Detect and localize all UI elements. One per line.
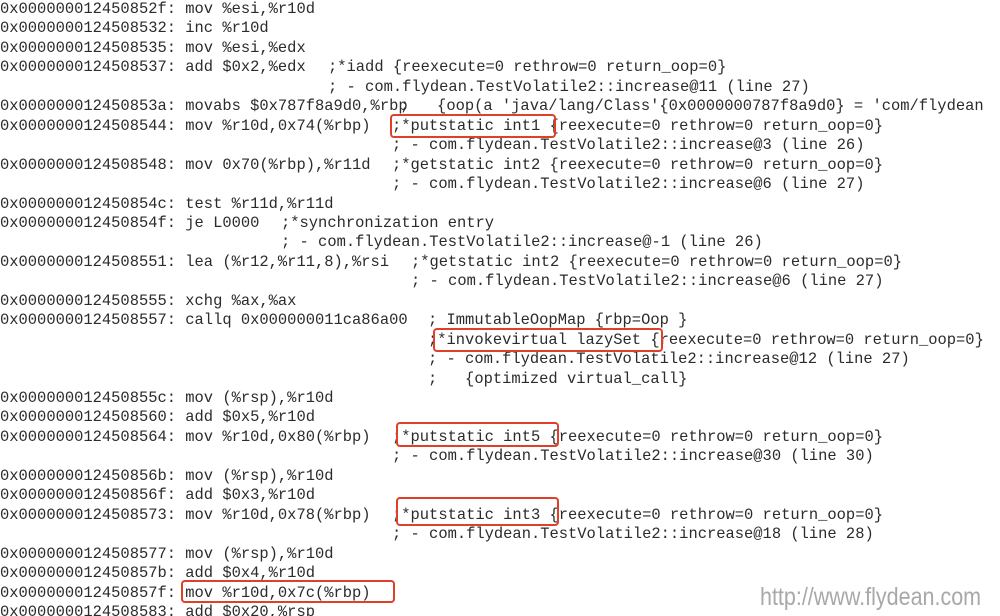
instruction: 0x0000000124508532: inc %r10d: [0, 19, 269, 38]
code-line: 0x000000012450852f: mov %esi,%r10d: [0, 0, 1000, 19]
highlight-invokevirtual-lazyset: [433, 328, 663, 352]
instruction: 0x000000012450852f: mov %esi,%r10d: [0, 0, 315, 18]
instruction: 0x0000000124508537: add $0x2,%edx: [0, 58, 306, 77]
instruction: 0x0000000124508551: lea (%r12,%r11,8),%r…: [0, 252, 390, 271]
instruction-comment: ; - com.flydean.TestVolatile2::increase@…: [328, 77, 810, 96]
highlight-putstatic-int3: [396, 497, 559, 526]
instruction-comment: ; - com.flydean.TestVolatile2::increase@…: [392, 136, 865, 155]
instruction: 0x0000000124508560: add $0x5,%r10d: [0, 408, 315, 427]
code-line: ; - com.flydean.TestVolatile2::increase@…: [0, 350, 1000, 369]
code-line: 0x0000000124508577: mov (%rsp),%r10d: [0, 545, 1000, 564]
highlight-putstatic-int5: [396, 422, 559, 447]
disassembly-listing: 0x000000012450852f: mov %esi,%r10d 0x0000…: [0, 0, 1000, 616]
instruction-comment: ; - com.flydean.TestVolatile2::increase@…: [392, 447, 874, 466]
code-line: 0x0000000124508551: lea (%r12,%r11,8),%r…: [0, 253, 1000, 272]
instruction-comment: ; - com.flydean.TestVolatile2::increase@…: [411, 272, 884, 291]
watermark: http://www.flydean.com: [760, 583, 982, 611]
instruction: 0x0000000124508544: mov %r10d,0x74(%rbp): [0, 116, 371, 135]
highlight-putstatic-int1: [390, 114, 556, 138]
instruction: 0x000000012450855c: mov (%rsp),%r10d: [0, 389, 334, 407]
code-line: ; - com.flydean.TestVolatile2::increase@…: [0, 525, 1000, 544]
instruction: 0x0000000124508557: callq 0x000000011ca8…: [0, 311, 408, 330]
highlight-mov-0x7c: [181, 580, 395, 603]
instruction: 0x000000012450853a: movabs $0x787f8a9d0,…: [0, 97, 408, 116]
code-line: ; - com.flydean.TestVolatile2::increase@…: [0, 272, 1000, 291]
code-line: 0x0000000124508532: inc %r10d: [0, 19, 1000, 38]
instruction-comment: ;*iadd {reexecute=0 rethrow=0 return_oop…: [328, 58, 727, 77]
instruction: 0x000000012450856b: mov (%rsp),%r10d: [0, 466, 334, 485]
code-line: ; {optimized virtual_call}: [0, 370, 1000, 389]
instruction-comment: ; - com.flydean.TestVolatile2::increase@…: [428, 350, 910, 369]
instruction: 0x0000000124508577: mov (%rsp),%r10d: [0, 544, 334, 563]
code-line: 0x0000000124508555: xchg %ax,%ax: [0, 292, 1000, 311]
code-line: ; - com.flydean.TestVolatile2::increase@…: [0, 233, 1000, 252]
code-line: ; - com.flydean.TestVolatile2::increase@…: [0, 175, 1000, 194]
instruction-comment: ; - com.flydean.TestVolatile2::increase@…: [281, 233, 763, 252]
instruction-comment: ; - com.flydean.TestVolatile2::increase@…: [392, 175, 865, 194]
instruction: 0x0000000124508548: mov 0x70(%rbp),%r11d: [0, 155, 371, 174]
instruction: 0x0000000124508573: mov %r10d,0x78(%rbp): [0, 505, 371, 524]
code-line: ; - com.flydean.TestVolatile2::increase@…: [0, 78, 1000, 97]
instruction-comment: ;*getstatic int2 {reexecute=0 rethrow=0 …: [392, 155, 883, 174]
code-line: 0x000000012450855c: mov (%rsp),%r10d: [0, 389, 1000, 408]
code-line: 0x000000012450856b: mov (%rsp),%r10d: [0, 467, 1000, 486]
instruction-comment: ; {optimized virtual_call}: [428, 369, 688, 388]
instruction-comment: ;*synchronization entry: [281, 213, 495, 232]
instruction: 0x000000012450854c: test %r11d,%r11d: [0, 194, 334, 213]
code-line: ; - com.flydean.TestVolatile2::increase@…: [0, 447, 1000, 466]
instruction: 0x0000000124508583: add $0x20,%rsp: [0, 602, 315, 616]
instruction: 0x0000000124508555: xchg %ax,%ax: [0, 291, 297, 310]
code-line: ; - com.flydean.TestVolatile2::increase@…: [0, 136, 1000, 155]
instruction: 0x000000012450856f: add $0x3,%r10d: [0, 486, 315, 505]
code-line: 0x000000012450854f: je L0000 ;*synchroniz…: [0, 214, 1000, 233]
code-line: 0x0000000124508537: add $0x2,%edx ;*iadd …: [0, 58, 1000, 77]
instruction-comment: ;*getstatic int2 {reexecute=0 rethrow=0 …: [411, 252, 902, 271]
code-line: 0x0000000124508548: mov 0x70(%rbp),%r11d…: [0, 156, 1000, 175]
instruction: 0x0000000124508535: mov %esi,%edx: [0, 38, 306, 57]
instruction-comment: ; - com.flydean.TestVolatile2::increase@…: [392, 525, 874, 544]
code-line: 0x000000012450857b: add $0x4,%r10d: [0, 564, 1000, 583]
code-line: 0x000000012450854c: test %r11d,%r11d: [0, 195, 1000, 214]
instruction: 0x0000000124508564: mov %r10d,0x80(%rbp): [0, 427, 371, 446]
instruction: 0x000000012450854f: je L0000: [0, 213, 260, 232]
code-line: 0x0000000124508535: mov %esi,%edx: [0, 39, 1000, 58]
